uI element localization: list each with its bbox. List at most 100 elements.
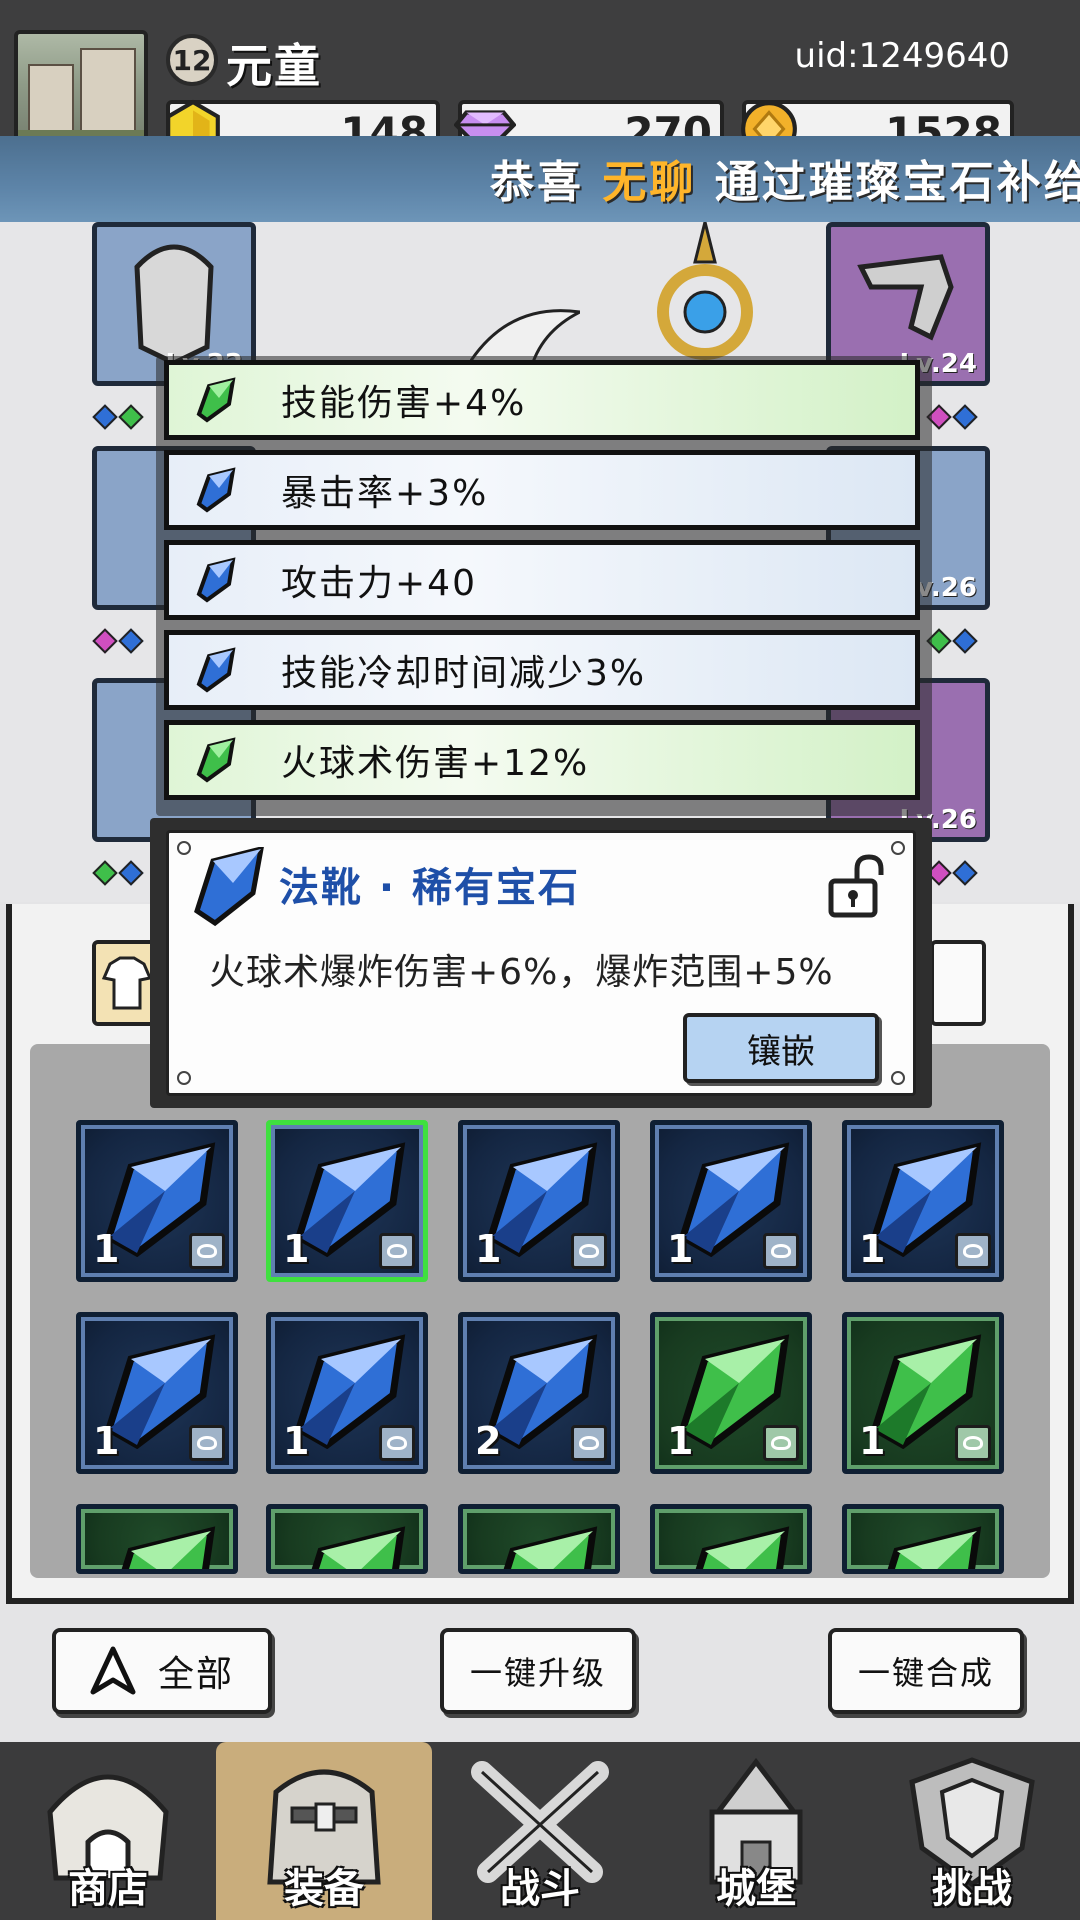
hero-staff-icon <box>657 222 753 360</box>
gem-count: 1 <box>283 1419 310 1463</box>
navigation-arrow-icon <box>90 1646 136 1695</box>
stat-row[interactable]: 技能伤害+4% <box>164 360 920 440</box>
inventory-gem-cell[interactable]: 1 <box>458 1120 620 1282</box>
inventory-gem-cell[interactable]: 1 <box>266 1120 428 1282</box>
corner-rivet <box>891 1071 905 1085</box>
socket-green <box>92 860 118 886</box>
filter-all-label: 全部 <box>157 1654 234 1695</box>
inventory-gem-cell[interactable] <box>458 1504 620 1574</box>
gem-count: 1 <box>667 1419 694 1463</box>
necklace-slot-tag-icon <box>955 1425 991 1461</box>
ring-slot-tag-icon <box>763 1233 799 1269</box>
inventory-gem-cell[interactable]: 1 <box>76 1120 238 1282</box>
boots-slot-tag-icon <box>571 1233 607 1269</box>
socket-blue <box>118 860 144 886</box>
inventory-gem-cell[interactable] <box>266 1504 428 1574</box>
nav-challenge-label: 挑战 <box>932 1866 1012 1912</box>
necklace-slot-tag-icon <box>379 1425 415 1461</box>
gem-count: 1 <box>475 1227 502 1271</box>
blue-gem-icon <box>196 647 236 693</box>
gem-count: 1 <box>93 1419 120 1463</box>
nav-equipment-label: 装备 <box>284 1866 364 1912</box>
stat-label: 火球术伤害+12% <box>281 743 590 784</box>
nav-castle-label: 城堡 <box>716 1866 796 1912</box>
socket-green <box>118 404 144 430</box>
gem-count: 1 <box>93 1227 120 1271</box>
nav-equipment[interactable]: 装备 <box>216 1742 432 1920</box>
inlay-button[interactable]: 镶嵌 <box>683 1013 879 1083</box>
gem-count: 1 <box>667 1227 694 1271</box>
blue-gem-icon <box>196 467 236 513</box>
necklace-socket-row <box>926 860 978 886</box>
socket-blue <box>952 404 978 430</box>
inventory-gem-cell[interactable] <box>76 1504 238 1574</box>
gem-detail-popup: 法靴 · 稀有宝石 火球术爆炸伤害+6%，爆炸范围+5% 镶嵌 <box>150 818 932 1108</box>
broadcast-text: 恭喜 无聊 通过璀璨宝石补给箱 <box>490 146 1080 210</box>
upgrade-all-button[interactable]: 一键升级 <box>440 1628 636 1714</box>
player-name: 元童 <box>226 39 322 93</box>
broadcast-prefix: 恭喜 <box>490 157 584 208</box>
unlock-icon[interactable] <box>827 853 887 919</box>
shirt-icon <box>101 956 153 1010</box>
inventory-gem-cell[interactable]: 1 <box>650 1120 812 1282</box>
broadcast-suffix: 通过璀璨宝石补给箱 <box>714 157 1080 208</box>
inventory-gem-cell[interactable]: 1 <box>266 1312 428 1474</box>
gloves-socket-row <box>926 404 978 430</box>
socket-blue <box>118 628 144 654</box>
gem-count: 2 <box>475 1419 502 1463</box>
gem-detail-description: 火球术爆炸伤害+6%，爆炸范围+5% <box>209 952 834 993</box>
inventory-gem-cell[interactable] <box>650 1504 812 1574</box>
player-level-badge: 12 <box>166 34 218 86</box>
inventory-gem-cell[interactable]: 2 <box>458 1312 620 1474</box>
green-gem-icon <box>695 1526 790 1569</box>
green-gem-icon <box>196 737 236 783</box>
stat-label: 攻击力+40 <box>281 563 477 604</box>
gem-count: 1 <box>859 1419 886 1463</box>
nav-battle-label: 战斗 <box>500 1866 580 1912</box>
stat-row[interactable]: 技能冷却时间减少3% <box>164 630 920 710</box>
inventory-gem-cell[interactable]: 1 <box>842 1312 1004 1474</box>
nav-shop[interactable]: 商店 <box>0 1742 216 1920</box>
green-gem-icon <box>887 1526 982 1569</box>
ring-slot-tag-icon <box>189 1425 225 1461</box>
category-tab-right[interactable] <box>930 940 986 1026</box>
nav-battle[interactable]: 战斗 <box>432 1742 648 1920</box>
filter-all-button[interactable]: 全部 <box>52 1628 272 1714</box>
stat-row[interactable]: 攻击力+40 <box>164 540 920 620</box>
broadcast-banner: 恭喜 无聊 通过璀璨宝石补给箱 <box>0 136 1080 222</box>
ring-socket-row <box>926 628 978 654</box>
boots-slot-tag-icon <box>379 1233 415 1269</box>
gem-detail-card: 法靴 · 稀有宝石 火球术爆炸伤害+6%，爆炸范围+5% 镶嵌 <box>166 830 916 1096</box>
nav-challenge[interactable]: 挑战 <box>864 1742 1080 1920</box>
inventory-gem-cell[interactable]: 1 <box>76 1312 238 1474</box>
gem-detail-title: 法靴 · 稀有宝石 <box>279 865 581 911</box>
blue-gem-icon <box>194 847 264 927</box>
green-gem-icon <box>121 1526 216 1569</box>
inventory-gem-cell[interactable]: 1 <box>842 1120 1004 1282</box>
gem-count: 1 <box>859 1227 886 1271</box>
merge-all-button[interactable]: 一键合成 <box>828 1628 1024 1714</box>
broadcast-player: 无聊 <box>602 157 697 208</box>
gem-stats-panel: 技能伤害+4% 暴击率+3% 攻击力+40 技能冷却时间减少3% 火球术伤害+1… <box>156 356 932 816</box>
helmet-socket-row <box>92 404 144 430</box>
socket-blue <box>952 860 978 886</box>
boots-socket-row <box>92 860 144 886</box>
socket-blue <box>92 404 118 430</box>
green-gem-icon <box>503 1526 598 1569</box>
socket-blue <box>952 628 978 654</box>
nav-castle[interactable]: 城堡 <box>648 1742 864 1920</box>
stat-row[interactable]: 火球术伤害+12% <box>164 720 920 800</box>
corner-rivet <box>891 841 905 855</box>
corner-rivet <box>177 1071 191 1085</box>
inventory-gem-cell[interactable] <box>842 1504 1004 1574</box>
ring-slot-tag-icon <box>955 1233 991 1269</box>
gem-count: 1 <box>283 1227 310 1271</box>
stat-label: 暴击率+3% <box>281 473 489 514</box>
stat-row[interactable]: 暴击率+3% <box>164 450 920 530</box>
socket-purple <box>92 628 118 654</box>
green-gem-icon <box>311 1526 406 1569</box>
stat-label: 技能冷却时间减少3% <box>281 653 647 694</box>
nav-shop-label: 商店 <box>68 1866 148 1912</box>
green-gem-icon <box>196 377 236 423</box>
inventory-gem-cell[interactable]: 1 <box>650 1312 812 1474</box>
